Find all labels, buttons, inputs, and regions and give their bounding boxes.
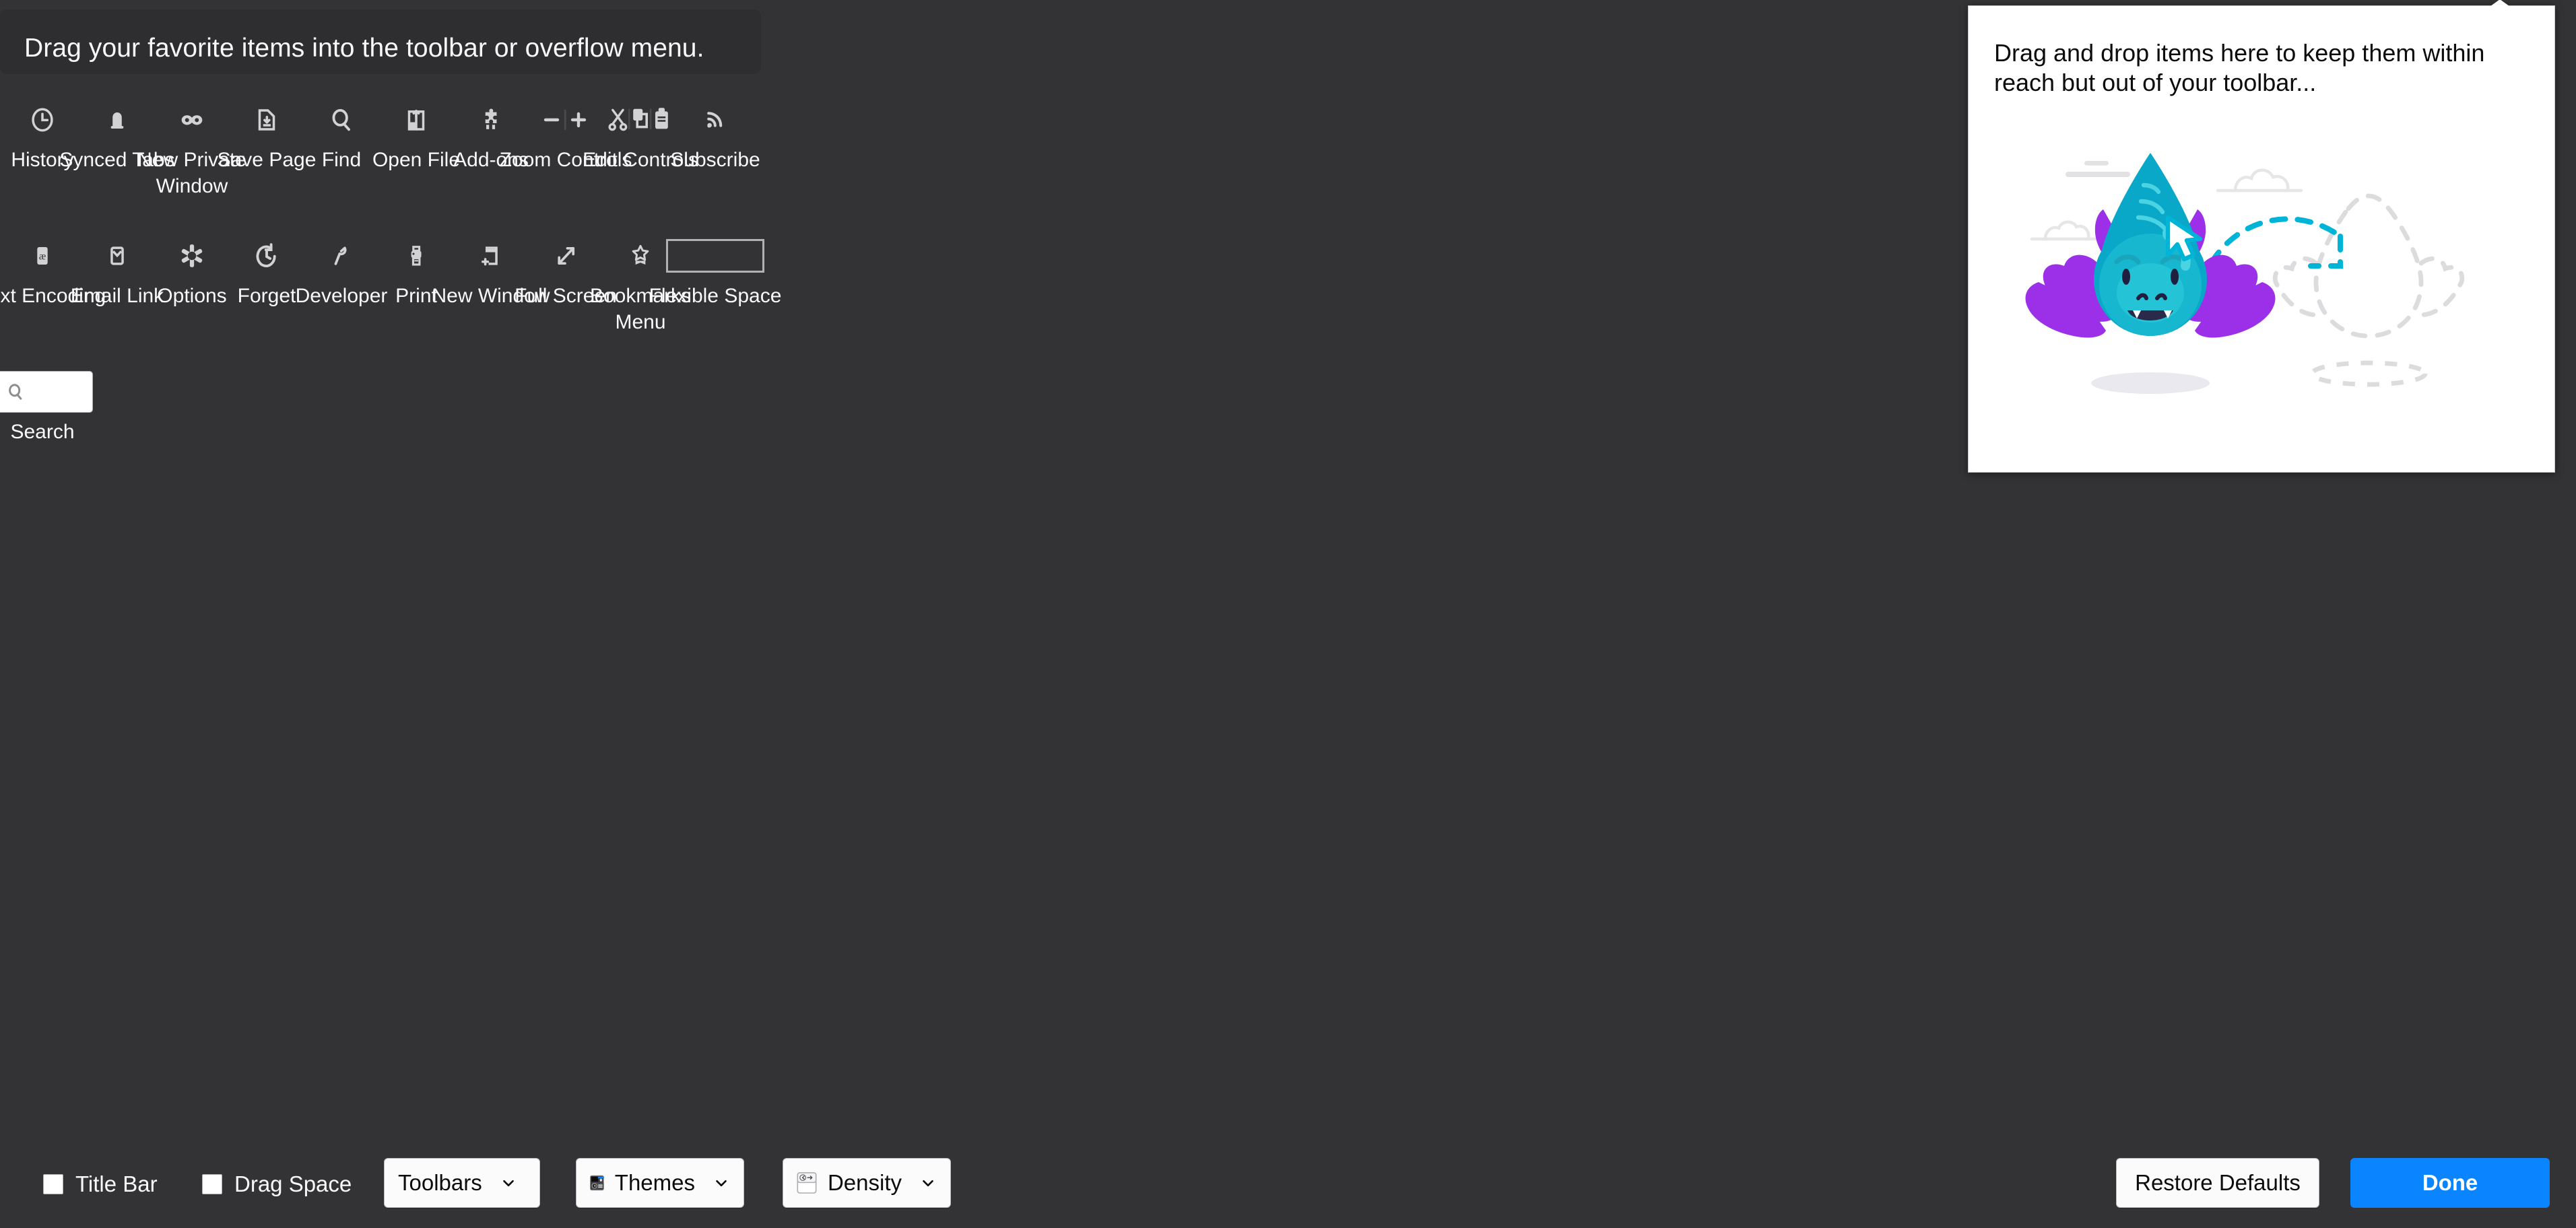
palette-row: Search [0,366,1879,502]
palette-item-subscribe[interactable]: Subscribe [631,94,799,173]
widget-palette: History Synced Tabs [0,94,1879,502]
palette-item-search[interactable]: Search [0,366,127,445]
bottom-toolbar: Title Bar Drag Space Toolbars [0,1147,2576,1228]
density-dropdown[interactable]: Density [783,1158,951,1208]
density-preview-icon [797,1166,817,1200]
search-widget-icon [0,366,127,417]
customize-toolbar-screen: Drag your favorite items into the toolba… [0,0,2576,1228]
palette-item-label: Subscribe [641,147,789,173]
search-input[interactable] [0,371,93,413]
dropdown-label: Themes [615,1170,695,1196]
palette-item-label: Search [0,419,117,445]
chevron-down-icon [500,1174,517,1192]
panel-arrow-icon [2476,0,2524,17]
drag-space-checkbox[interactable] [202,1174,222,1194]
title-bar-checkbox[interactable] [43,1174,63,1194]
restore-defaults-label: Restore Defaults [2135,1170,2301,1196]
palette-item-flexible-space[interactable]: Flexible Space [631,230,799,309]
restore-defaults-button[interactable]: Restore Defaults [2116,1158,2319,1208]
checkbox-label: Title Bar [75,1171,158,1197]
palette-item-label: Flexible Space [641,283,789,309]
dropdown-label: Toolbars [398,1170,482,1196]
checkbox-title-bar[interactable]: Title Bar [43,1171,158,1197]
themes-preview-icon [590,1166,604,1200]
checkbox-label: Drag Space [234,1171,352,1197]
palette-row: æ Text Encoding Email Link [0,230,1879,366]
done-button[interactable]: Done [2350,1158,2550,1208]
overflow-panel-message: Drag and drop items here to keep them wi… [1994,38,2519,98]
chevron-down-icon [713,1174,730,1192]
rss-subscribe-icon [631,94,799,145]
firefox-dino-mascot-illustration [2009,134,2521,423]
toolbars-dropdown[interactable]: Toolbars [384,1158,540,1208]
flexible-space-icon [631,230,799,281]
checkbox-drag-space[interactable]: Drag Space [202,1171,352,1197]
done-label: Done [2422,1170,2478,1196]
page-title: Drag your favorite items into the toolba… [24,34,704,63]
themes-dropdown[interactable]: Themes [576,1158,744,1208]
palette-row: History Synced Tabs [0,94,1879,230]
overflow-panel[interactable]: Drag and drop items here to keep them wi… [1968,5,2555,473]
dropdown-label: Density [828,1170,902,1196]
chevron-down-icon [919,1174,937,1192]
